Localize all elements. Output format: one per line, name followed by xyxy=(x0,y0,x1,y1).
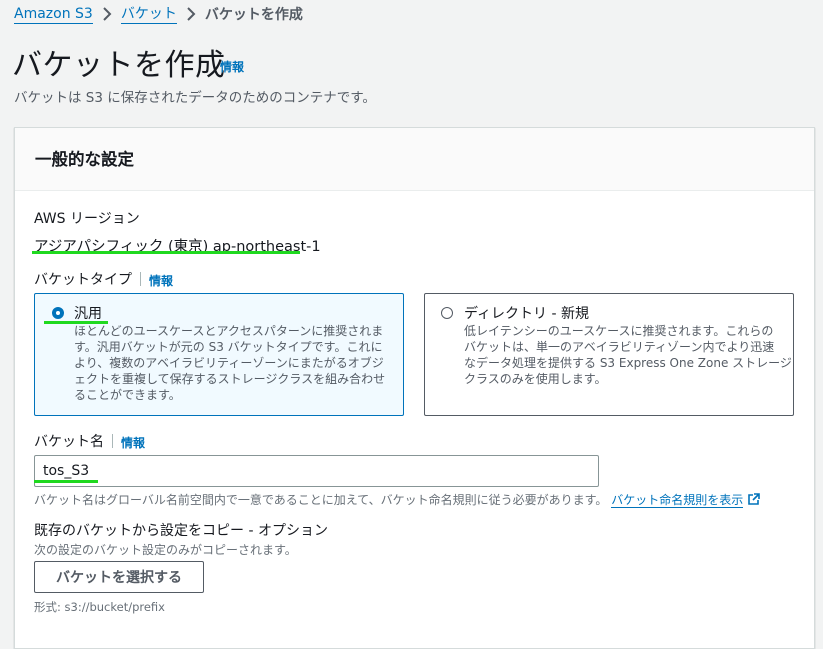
tile-title: 汎用 xyxy=(74,306,102,322)
breadcrumb: Amazon S3 バケット バケットを作成 xyxy=(14,4,303,24)
breadcrumb-current: バケットを作成 xyxy=(204,7,303,23)
bucket-name-hint-text: バケット名はグローバル名前空間内で一意であることに加えて、バケット命名規則に従う… xyxy=(34,493,608,507)
chevron-right-icon xyxy=(102,7,112,21)
tile-title: ディレクトリ - 新規 xyxy=(464,306,589,322)
bucket-name-hint: バケット名はグローバル名前空間内で一意であることに加えて、バケット命名規則に従う… xyxy=(34,491,760,509)
annotation-underline xyxy=(32,251,300,254)
external-link-icon[interactable] xyxy=(747,492,760,509)
annotation-underline xyxy=(34,480,98,483)
copy-settings-description: 次の設定のバケット設定のみがコピーされます。 xyxy=(34,543,297,557)
tile-description: ほとんどのユースケースとアクセスパターンに推奨されま す。汎用バケットが元の S… xyxy=(74,324,386,402)
panel-title: 一般的な設定 xyxy=(35,150,134,169)
page-info-link[interactable]: 情報 xyxy=(220,58,244,75)
choose-bucket-button[interactable]: バケットを選択する xyxy=(34,561,204,593)
bucket-name-label: バケット名 xyxy=(34,434,104,450)
bucket-type-info-link[interactable]: 情報 xyxy=(149,272,173,289)
radio-unselected-icon[interactable] xyxy=(441,307,453,319)
format-hint: 形式: s3://bucket/prefix xyxy=(34,600,165,614)
bucket-type-label: バケットタイプ xyxy=(34,272,132,288)
bucket-name-info-link[interactable]: 情報 xyxy=(121,434,145,451)
naming-rules-link[interactable]: バケット命名規則を表示 xyxy=(611,493,744,508)
breadcrumb-amazon-s3[interactable]: Amazon S3 xyxy=(14,5,93,24)
page-title: バケットを作成 xyxy=(12,48,226,83)
bucket-name-input[interactable] xyxy=(34,455,599,487)
divider xyxy=(112,434,113,448)
annotation-underline xyxy=(44,321,108,324)
region-label: AWS リージョン xyxy=(34,211,140,227)
radio-selected-icon[interactable] xyxy=(52,307,64,319)
copy-settings-title: 既存のバケットから設定をコピー - オプション xyxy=(34,523,328,539)
divider xyxy=(140,272,141,286)
chevron-right-icon xyxy=(186,7,196,21)
panel-header: 一般的な設定 xyxy=(15,128,814,191)
breadcrumb-buckets[interactable]: バケット xyxy=(120,5,177,24)
bucket-type-directory[interactable]: ディレクトリ - 新規 低レイテンシーのユースケースに推奨されます。これらの バ… xyxy=(424,293,794,416)
bucket-type-general-purpose[interactable]: 汎用 ほとんどのユースケースとアクセスパターンに推奨されま す。汎用バケットが元… xyxy=(34,293,404,416)
tile-description: 低レイテンシーのユースケースに推奨されます。これらの バケットは、単一のアベイラ… xyxy=(464,324,792,386)
page-description: バケットは S3 に保存されたデータのためのコンテナです。 xyxy=(14,90,376,106)
